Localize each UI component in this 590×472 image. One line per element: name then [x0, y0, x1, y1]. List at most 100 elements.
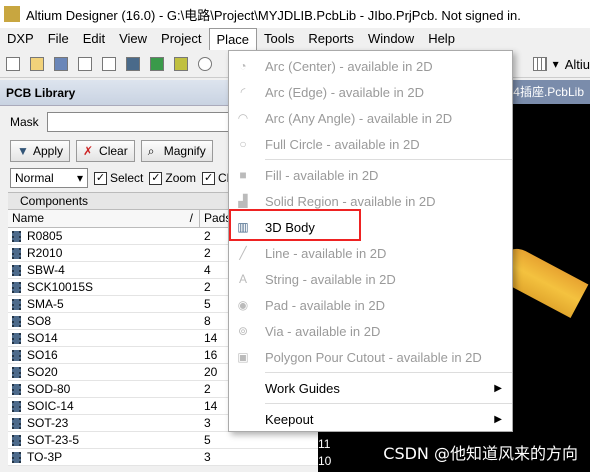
print-preview-button[interactable]	[98, 53, 120, 75]
component-pads: 3	[204, 450, 211, 464]
overflow-pads-column: 11 10	[318, 436, 348, 470]
menu-separator	[265, 403, 512, 404]
menu-help[interactable]: Help	[421, 28, 462, 50]
table-row[interactable]: TO-3P 3	[8, 449, 318, 466]
library-button[interactable]	[170, 53, 192, 75]
zoom-button[interactable]	[194, 53, 216, 75]
menu-tools[interactable]: Tools	[257, 28, 301, 50]
component-name: R0805	[27, 229, 63, 243]
chip-icon	[12, 230, 21, 242]
menu-place[interactable]: Place	[208, 28, 258, 50]
menu-dxp[interactable]: DXP	[0, 28, 41, 50]
menu-item-arc-any-angle[interactable]: ◠ Arc (Any Angle) - available in 2D	[229, 105, 512, 131]
col-name-header[interactable]: Name /	[8, 210, 200, 227]
menu-item-label: Work Guides	[265, 380, 340, 396]
component-name: SO8	[27, 314, 52, 328]
component-name-cell: R2010	[8, 245, 200, 261]
pad-icon: ◉	[237, 298, 249, 312]
menu-item-work[interactable]: Work Guides ▶	[229, 375, 512, 401]
open-file-button[interactable]	[26, 53, 48, 75]
menu-item-fill[interactable]: ■ Fill - available in 2D	[229, 162, 512, 188]
menu-item-keepout[interactable]: Keepout ▶	[229, 406, 512, 432]
component-name: SO20	[27, 365, 58, 379]
solid-region-icon: ▟	[238, 194, 248, 208]
via-icon: ⊚	[237, 324, 249, 338]
print-icon	[78, 56, 92, 71]
library-icon	[174, 56, 188, 71]
select-checkbox[interactable]: ✓ Select	[94, 171, 143, 185]
save-button[interactable]	[50, 53, 72, 75]
check-icon: ✓	[94, 171, 107, 185]
menu-item-arc-edge[interactable]: ◜ Arc (Edge) - available in 2D	[229, 79, 512, 105]
table-row[interactable]: SOT-23-5 5	[8, 432, 318, 449]
menu-item-label: Line - available in 2D	[265, 245, 387, 261]
menu-window[interactable]: Window	[361, 28, 421, 50]
arc-center-icon: ◔	[239, 59, 247, 73]
magnify-label: Magnify	[163, 144, 206, 158]
component-name-cell: R0805	[8, 228, 200, 244]
clear-button[interactable]: ✗ Clear	[76, 140, 135, 162]
component-button[interactable]	[122, 53, 144, 75]
magnify-button[interactable]: ⌕ Magnify	[140, 140, 213, 162]
mask-label: Mask	[10, 115, 39, 129]
grid-icon	[532, 57, 547, 71]
place-menu-dropdown: ◔ Arc (Center) - available in 2D ◜ Arc (Edg…	[228, 50, 513, 432]
line-icon: ╱	[239, 246, 247, 260]
check-icon: ✓	[202, 171, 216, 185]
board-icon	[150, 56, 164, 71]
grid-button[interactable]	[529, 53, 551, 75]
chip-icon	[12, 434, 21, 446]
chip-icon	[12, 247, 21, 259]
menu-item-full[interactable]: ○ Full Circle - available in 2D	[229, 131, 512, 157]
component-pads: 5	[204, 433, 211, 447]
component-name: SOIC-14	[27, 399, 74, 413]
menu-item-via[interactable]: ⊚ Via - available in 2D	[229, 318, 512, 344]
menu-item-label: Via - available in 2D	[265, 323, 381, 339]
component-name: SBW-4	[27, 263, 65, 277]
menu-bar: DXP File Edit View Project Place Tools R…	[0, 28, 590, 50]
menu-view[interactable]: View	[112, 28, 154, 50]
menu-edit[interactable]: Edit	[76, 28, 112, 50]
menu-item-string[interactable]: A String - available in 2D	[229, 266, 512, 292]
menu-file[interactable]: File	[41, 28, 76, 50]
clear-label: Clear	[99, 144, 128, 158]
title-bar: Altium Designer (16.0) - G:\电路\Project\M…	[0, 0, 590, 28]
clear-existing-checkbox[interactable]: ✓ Cl	[202, 171, 229, 185]
menu-item-arc-center[interactable]: ◔ Arc (Center) - available in 2D	[229, 53, 512, 79]
zoom-label: Zoom	[165, 171, 197, 185]
fill-icon: ■	[239, 168, 247, 182]
menu-item-polygon[interactable]: ▣ Polygon Pour Cutout - available in 2D	[229, 344, 512, 370]
highlight-box	[229, 209, 361, 241]
menu-project[interactable]: Project	[154, 28, 208, 50]
chip-icon	[12, 281, 21, 293]
component-name: R2010	[27, 246, 63, 260]
component-icon	[126, 56, 140, 71]
apply-button[interactable]: ▼ Apply	[10, 140, 71, 162]
component-name: SCK10015S	[27, 280, 94, 294]
menu-item-label: String - available in 2D	[265, 271, 396, 287]
mode-select[interactable]: Normal	[10, 168, 88, 188]
chip-icon	[12, 264, 21, 276]
save-icon	[54, 56, 68, 71]
menu-item-line[interactable]: ╱ Line - available in 2D	[229, 240, 512, 266]
select-label: Select	[110, 171, 144, 185]
menu-reports[interactable]: Reports	[301, 28, 361, 50]
component-name-cell: SOIC-14	[8, 398, 200, 414]
grid-dropdown-icon[interactable]: ▾	[553, 57, 559, 71]
component-name: SMA-5	[27, 297, 64, 311]
zoom-checkbox[interactable]: ✓ Zoom	[149, 171, 196, 185]
check-icon: ✓	[149, 171, 163, 185]
new-file-button[interactable]	[2, 53, 24, 75]
menu-item-label: Solid Region - available in 2D	[265, 193, 436, 209]
component-name-cell: SO20	[8, 364, 200, 380]
component-name: SOD-80	[27, 382, 71, 396]
menu-item-label: Pad - available in 2D	[265, 297, 385, 313]
watermark: CSDN @他知道风来的方向	[383, 444, 578, 463]
board-button[interactable]	[146, 53, 168, 75]
pads-value: 10	[318, 454, 332, 468]
print-button[interactable]	[74, 53, 96, 75]
component-name-cell: SOT-23	[8, 415, 200, 431]
mask-input[interactable]	[46, 112, 247, 132]
chip-icon	[12, 332, 21, 344]
menu-item-pad[interactable]: ◉ Pad - available in 2D	[229, 292, 512, 318]
